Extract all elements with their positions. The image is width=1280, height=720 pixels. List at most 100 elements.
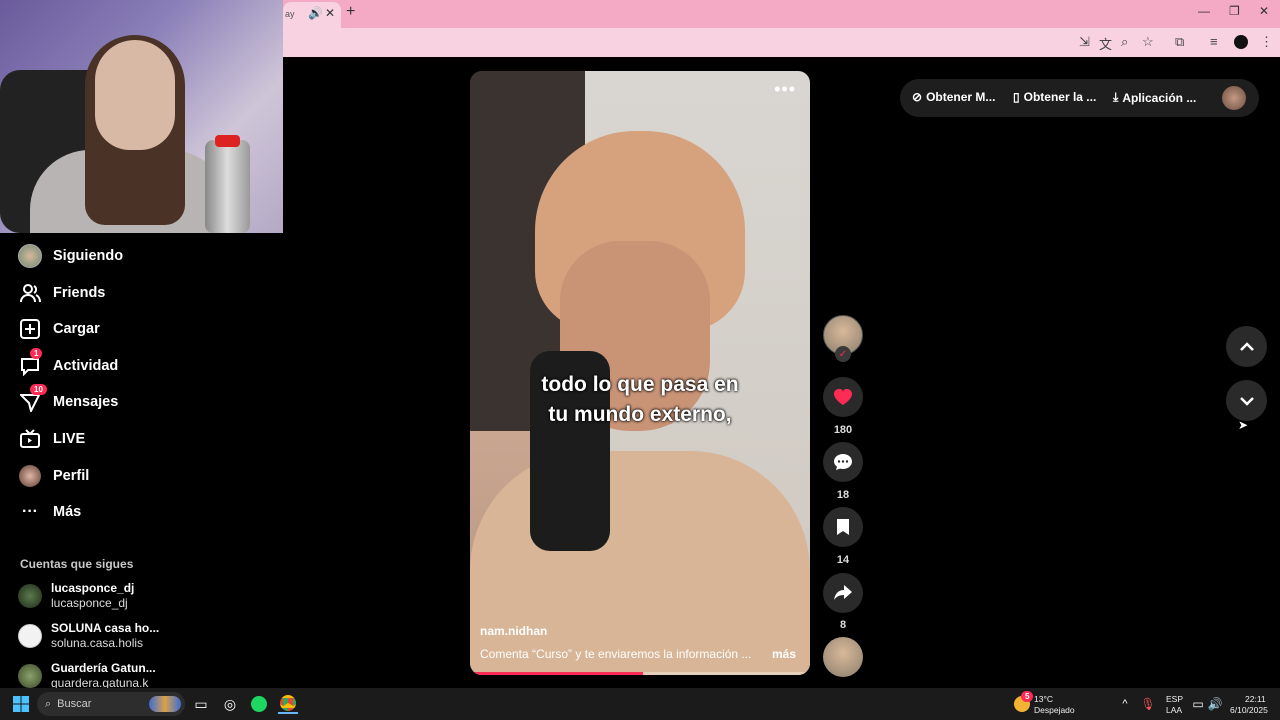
- clock-date[interactable]: 6/10/2025: [1230, 705, 1268, 716]
- profile-avatar-icon: [18, 464, 42, 488]
- share-count: 8: [839, 619, 847, 631]
- sidebar-item-label: LIVE: [53, 431, 86, 447]
- following-avatar-icon: [18, 244, 42, 268]
- profile-icon[interactable]: [1234, 35, 1248, 49]
- like-button[interactable]: [823, 377, 863, 417]
- tab-title: ay: [285, 9, 295, 19]
- next-video-button[interactable]: [1226, 380, 1267, 421]
- friends-icon: [18, 281, 42, 305]
- video-progress-bar[interactable]: [470, 672, 810, 675]
- kebab-menu-icon[interactable]: ⋮: [1260, 34, 1273, 50]
- chevron-down-icon: [1239, 396, 1254, 406]
- task-view-icon[interactable]: ▭: [191, 694, 211, 714]
- video-progress-fill: [470, 672, 644, 675]
- video-player[interactable]: ••• todo lo que pasa en tu mundo externo…: [470, 71, 810, 675]
- desktop-app-button[interactable]: ⤓ Aplicación ...: [1113, 90, 1196, 105]
- clock-time[interactable]: 22:11: [1245, 694, 1266, 705]
- zoom-icon[interactable]: ⌕: [1121, 34, 1128, 50]
- share-button[interactable]: [823, 573, 863, 613]
- install-app-icon[interactable]: ⇲: [1079, 34, 1090, 50]
- language-layout[interactable]: LAA: [1166, 705, 1182, 716]
- save-count: 14: [836, 554, 850, 566]
- sidebar-item-mas[interactable]: ··· Más: [18, 497, 81, 527]
- minimize-icon[interactable]: —: [1198, 4, 1210, 18]
- account-item[interactable]: SOLUNA casa ho... soluna.casa.holis: [18, 618, 159, 654]
- avatar: [18, 664, 42, 688]
- comment-button[interactable]: [823, 442, 863, 482]
- extensions-icon[interactable]: ⧉: [1175, 34, 1184, 50]
- upload-icon: [18, 317, 42, 341]
- language-code[interactable]: ESP: [1166, 694, 1183, 705]
- weather-temp: 13°C: [1034, 694, 1053, 704]
- microphone-icon[interactable]: 🎙: [1138, 694, 1158, 714]
- bookmark-star-icon[interactable]: ☆: [1142, 34, 1154, 50]
- comment-count: 18: [836, 489, 850, 501]
- windows-start-icon[interactable]: [11, 694, 31, 714]
- sidebar-item-friends[interactable]: Friends: [18, 278, 105, 308]
- video-description: Comenta “Curso” y te enviaremos la infor…: [480, 647, 752, 661]
- save-button[interactable]: [823, 507, 863, 547]
- speaker-icon[interactable]: 🔊: [308, 6, 323, 20]
- activity-icon: 1: [18, 348, 43, 378]
- account-name: Guardería Gatun...: [51, 661, 156, 675]
- live-icon: [18, 427, 42, 451]
- avatar: [18, 624, 42, 648]
- following-check-icon[interactable]: ✓: [835, 346, 851, 362]
- coin-icon: ⊘: [912, 90, 923, 104]
- bookmark-icon: [837, 519, 849, 535]
- get-coins-label: Obtener M...: [926, 90, 996, 104]
- sidebar-item-label: Cargar: [53, 321, 100, 337]
- search-icon: ⌕: [45, 697, 52, 710]
- chevron-up-icon[interactable]: ^: [1115, 694, 1135, 714]
- translate-icon[interactable]: 文: [1099, 34, 1112, 53]
- video-subtitle-line-2: tu mundo externo,: [548, 403, 732, 426]
- get-coins-button[interactable]: ⊘ Obtener M...: [912, 90, 995, 104]
- volume-icon[interactable]: 🔊: [1205, 694, 1225, 714]
- app-icon[interactable]: ◎: [220, 694, 240, 714]
- search-placeholder: Buscar: [57, 698, 92, 710]
- sidebar-item-label: Perfil: [53, 468, 90, 484]
- account-name: SOLUNA casa ho...: [51, 621, 160, 635]
- messages-icon: 10: [18, 384, 47, 414]
- get-app-button[interactable]: ▯ Obtener la ...: [1013, 90, 1096, 104]
- video-menu-icon[interactable]: •••: [774, 79, 796, 100]
- sidebar-item-label: Actividad: [53, 358, 119, 374]
- taskbar-search[interactable]: ⌕ Buscar: [37, 692, 185, 716]
- sidebar-item-actividad[interactable]: 1 Actividad: [18, 348, 119, 381]
- desktop-app-label: Aplicación ...: [1122, 90, 1197, 105]
- sidebar-item-perfil[interactable]: Perfil: [18, 461, 89, 491]
- previous-video-button[interactable]: [1226, 326, 1267, 367]
- sidebar-item-mensajes[interactable]: 10 Mensajes: [18, 384, 118, 417]
- like-count: 180: [833, 424, 853, 436]
- sidebar-item-live[interactable]: LIVE: [18, 424, 85, 454]
- screen: ay 🔊 ✕ + — ❐ ✕ ⇲ 文 ⌕ ☆ ⧉ ≡ ⋮ Siguiendo F…: [0, 0, 1280, 720]
- sound-disc[interactable]: [823, 637, 863, 677]
- window-close-icon[interactable]: ✕: [1259, 4, 1269, 18]
- sidebar-item-siguiendo[interactable]: Siguiendo: [18, 241, 123, 271]
- video-subtitle-line-1: todo lo que pasa en: [541, 373, 739, 396]
- media-control-icon[interactable]: ≡: [1210, 34, 1218, 49]
- account-name: lucasponce_dj: [51, 581, 135, 595]
- restore-icon[interactable]: ❐: [1229, 4, 1240, 18]
- chrome-icon[interactable]: [278, 694, 298, 714]
- spotify-icon[interactable]: [249, 694, 269, 714]
- close-icon[interactable]: ✕: [325, 6, 335, 20]
- more-icon: ···: [22, 503, 38, 520]
- messages-badge: 10: [30, 384, 47, 395]
- new-tab-icon[interactable]: +: [346, 3, 355, 21]
- webcam-overlay: [0, 0, 283, 233]
- chevron-up-icon: [1239, 341, 1254, 351]
- windows-taskbar: ⌕ Buscar ▭ ◎ 5 13°C Despejado ^ 🎙 ESP LA…: [0, 688, 1280, 720]
- sidebar-item-label: Friends: [53, 285, 106, 301]
- heart-icon: [834, 389, 852, 405]
- download-icon: ⤓: [1113, 90, 1119, 104]
- more-link[interactable]: más: [772, 647, 796, 661]
- activity-badge: 1: [30, 348, 43, 359]
- account-item[interactable]: lucasponce_dj lucasponce_dj: [18, 578, 134, 614]
- sidebar-item-label: Más: [53, 504, 82, 520]
- video-username[interactable]: nam.nidhan: [480, 624, 547, 638]
- browser-tab[interactable]: ay 🔊 ✕: [283, 2, 341, 28]
- account-handle: soluna.casa.holis: [51, 636, 144, 650]
- sidebar-item-cargar[interactable]: Cargar: [18, 314, 100, 344]
- user-avatar[interactable]: [1222, 86, 1246, 110]
